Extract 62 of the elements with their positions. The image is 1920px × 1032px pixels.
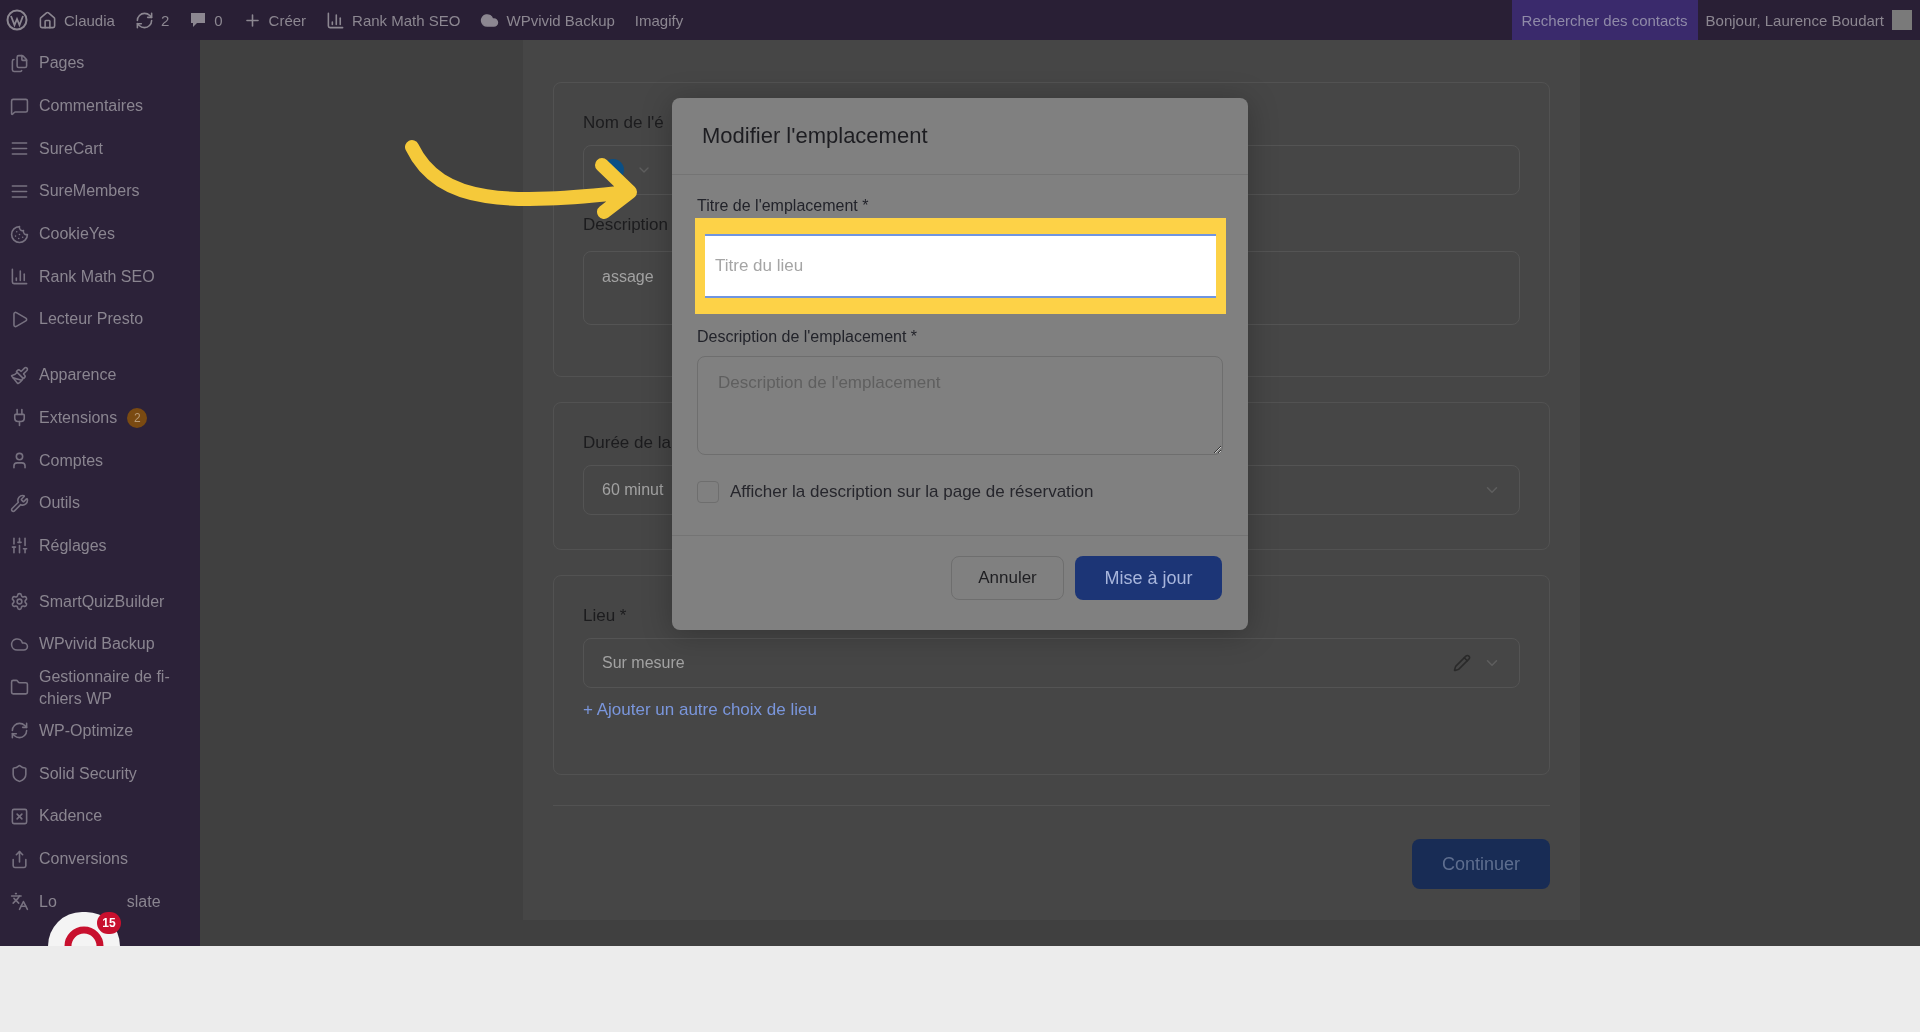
bar-chart-icon bbox=[326, 10, 346, 30]
continue-button[interactable]: Continuer bbox=[1412, 839, 1550, 889]
sidebar-item[interactable]: Comptes bbox=[0, 439, 200, 482]
share-icon bbox=[10, 849, 29, 869]
toolbar-item[interactable]: Créer bbox=[232, 0, 317, 40]
sidebar-item[interactable]: CookieYes bbox=[0, 212, 200, 256]
folder-icon bbox=[10, 678, 29, 698]
sidebar-item[interactable]: Pages bbox=[0, 42, 200, 85]
account-menu[interactable]: Bonjour, Laurence Boudart bbox=[1697, 0, 1920, 40]
sidebar-item[interactable]: Rank Math SEO bbox=[0, 255, 200, 299]
wrench-icon bbox=[10, 493, 29, 513]
add-location-link[interactable]: + Ajouter un autre choix de lieu bbox=[583, 700, 817, 720]
toolbar-item[interactable]: 2 bbox=[124, 0, 180, 40]
sidebar-item[interactable]: Extensions 2 bbox=[0, 396, 200, 440]
sidebar-item[interactable]: SmartQuizBuilder bbox=[0, 580, 200, 623]
field-label: Description de l'emplacement * bbox=[697, 328, 918, 346]
cookie-icon bbox=[10, 224, 29, 244]
user-icon bbox=[10, 451, 29, 471]
sidebar-item[interactable]: Lecteur Presto bbox=[0, 298, 200, 341]
sidebar-item[interactable]: Kadence bbox=[0, 795, 200, 838]
toolbar-item[interactable]: Claudia bbox=[28, 0, 125, 40]
bar-chart-icon bbox=[10, 267, 29, 287]
count-badge: 2 bbox=[127, 407, 148, 428]
sidebar-item[interactable]: Gestionnaire de fi-chiers WP bbox=[0, 665, 200, 710]
sidebar-item[interactable]: WP-Optimize bbox=[0, 709, 200, 753]
location-select[interactable]: Sur mesure bbox=[583, 638, 1520, 688]
search-contacts-button[interactable]: Rechercher des contacts bbox=[1511, 0, 1698, 40]
home-icon bbox=[38, 10, 57, 30]
sidebar-item[interactable]: Apparence bbox=[0, 353, 200, 397]
sidebar-item[interactable]: Solid Security bbox=[0, 752, 200, 795]
sidebar-item[interactable]: WPvivid Backup bbox=[0, 622, 200, 666]
toolbar-item[interactable]: Rank Math SEO bbox=[316, 0, 471, 40]
refresh-icon bbox=[10, 721, 29, 741]
avatar-icon bbox=[1892, 10, 1912, 30]
comment-icon bbox=[189, 11, 208, 29]
gear-icon bbox=[10, 592, 29, 612]
languages-icon bbox=[10, 892, 29, 912]
sidebar-item[interactable]: SureMembers bbox=[0, 170, 200, 213]
sidebar-item[interactable]: Conversions bbox=[0, 837, 200, 881]
sidebar-item[interactable]: SureCart bbox=[0, 127, 200, 171]
update-button[interactable]: Mise à jour bbox=[1075, 556, 1222, 600]
toolbar-item[interactable]: WPvivid Backup bbox=[470, 0, 625, 40]
sidebar-item[interactable]: Outils bbox=[0, 481, 200, 525]
sidebar-item[interactable]: Réglages bbox=[0, 524, 200, 568]
files-icon bbox=[10, 53, 29, 73]
field-label: Titre de l'emplacement * bbox=[697, 197, 869, 215]
toolbar-item[interactable]: 0 bbox=[179, 0, 233, 40]
play-icon bbox=[10, 309, 29, 329]
title-field[interactable]: Titre du lieu bbox=[705, 234, 1216, 298]
checkbox-label: Afficher la description sur la page de réservation bbox=[730, 482, 1094, 502]
sidebar-item[interactable]: Commentaires bbox=[0, 84, 200, 128]
shield-icon bbox=[10, 764, 29, 784]
pencil-icon bbox=[1453, 654, 1471, 672]
brush-icon bbox=[10, 365, 29, 385]
comment-icon bbox=[10, 96, 29, 116]
dialog-title: Modifier l'emplacement bbox=[702, 123, 928, 149]
toolbar-item[interactable]: Imagify bbox=[624, 0, 694, 40]
logo-icon[interactable] bbox=[6, 9, 28, 31]
refresh-icon bbox=[134, 10, 154, 30]
sliders-icon bbox=[10, 536, 29, 556]
cancel-button[interactable]: Annuler bbox=[951, 556, 1064, 600]
square-icon bbox=[10, 806, 29, 826]
